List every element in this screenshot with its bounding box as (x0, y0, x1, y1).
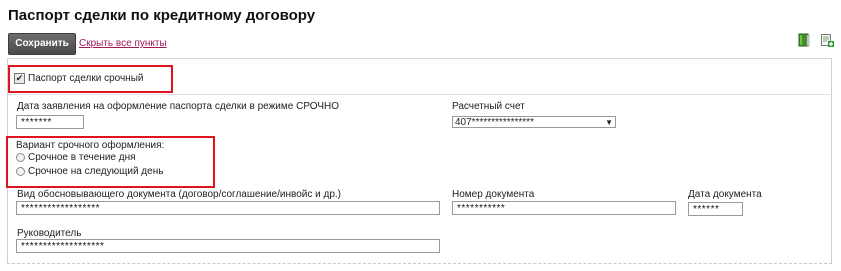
urgency-option-same-day[interactable]: Срочное в течение дня (16, 152, 136, 163)
doc-number-field[interactable]: *********** (452, 201, 676, 215)
urgency-option-label: Срочное в течение дня (28, 152, 136, 163)
radio-button[interactable] (16, 153, 25, 162)
book-icon[interactable] (797, 33, 811, 47)
section-divider (8, 94, 830, 95)
doc-type-label: Вид обосновывающего документа (договор/с… (17, 189, 341, 200)
urgency-option-label: Срочное на следующий день (28, 166, 164, 177)
panel-bottom-border (7, 263, 832, 264)
application-date-field[interactable]: ******* (16, 115, 84, 129)
account-select[interactable]: 407**************** ▼ (452, 116, 616, 128)
add-document-icon[interactable] (820, 33, 834, 47)
account-select-value: 407**************** (455, 117, 534, 128)
application-date-label: Дата заявления на оформление паспорта сд… (17, 101, 339, 112)
doc-type-field[interactable]: ****************** (16, 201, 440, 215)
page-title: Паспорт сделки по кредитному договору (8, 7, 316, 24)
radio-button[interactable] (16, 167, 25, 176)
chevron-down-icon: ▼ (605, 118, 613, 127)
doc-date-field[interactable]: ****** (688, 202, 743, 216)
collapse-all-link[interactable]: Скрыть все пункты (79, 38, 167, 49)
urgency-label: Вариант срочного оформления: (16, 140, 165, 151)
save-button[interactable]: Сохранить (8, 33, 76, 55)
highlight-frame-urgent (8, 65, 173, 93)
account-label: Расчетный счет (452, 101, 525, 112)
manager-label: Руководитель (17, 228, 82, 239)
doc-date-label: Дата документа (688, 189, 762, 200)
manager-field[interactable]: ******************* (16, 239, 440, 253)
doc-number-label: Номер документа (452, 189, 535, 200)
urgency-option-next-day[interactable]: Срочное на следующий день (16, 166, 163, 177)
